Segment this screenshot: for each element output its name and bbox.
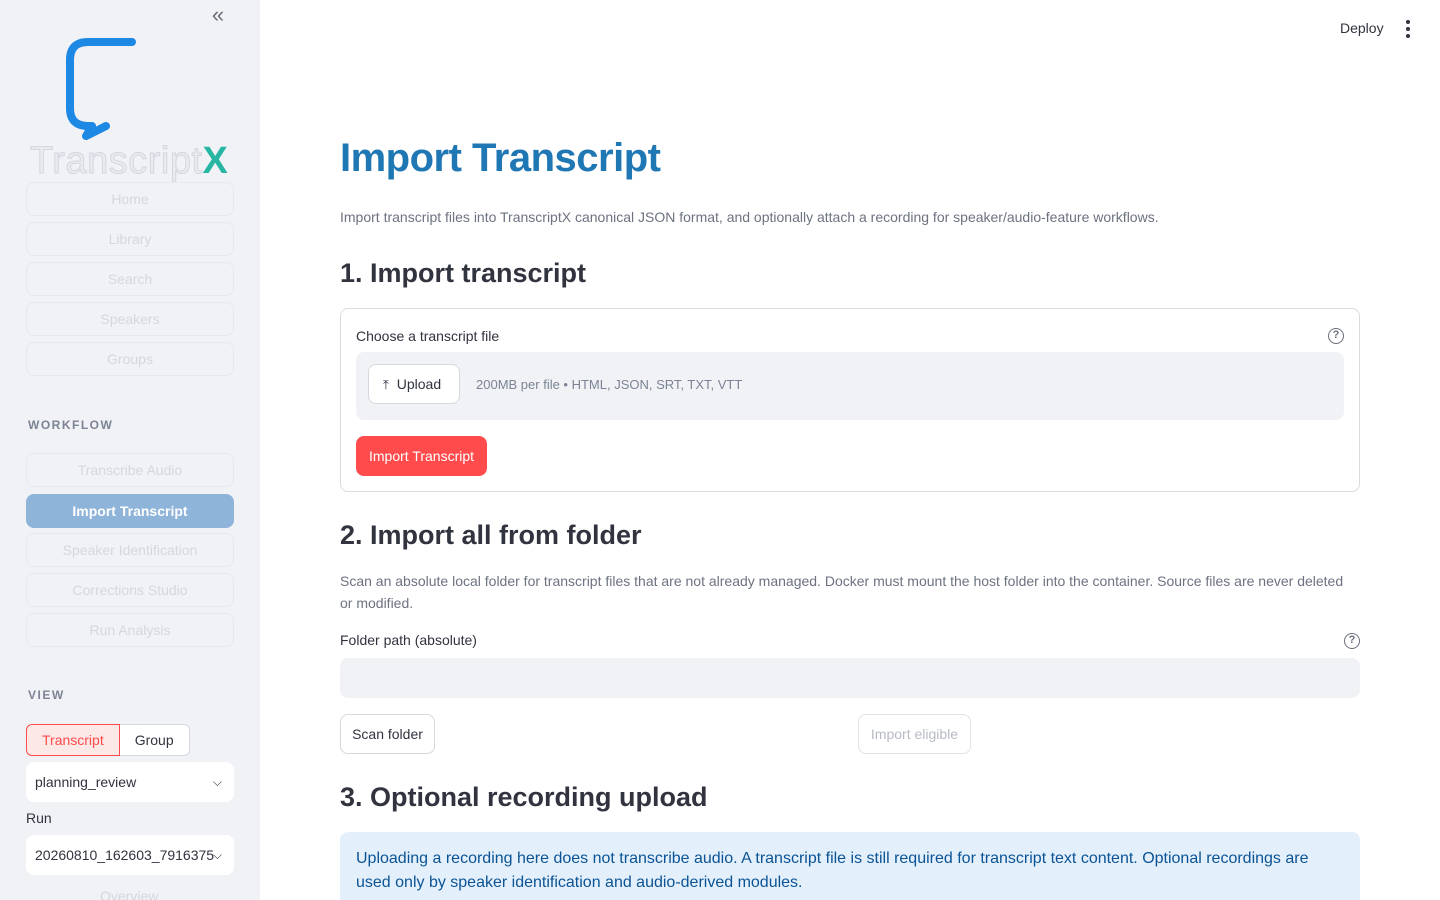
- import-transcript-button[interactable]: Import Transcript: [356, 436, 487, 476]
- folder-description: Scan an absolute local folder for transc…: [340, 573, 1344, 611]
- sidebar: « TranscriptX Home Library Search Speake…: [0, 0, 260, 900]
- file-uploader-label: Choose a transcript file: [356, 328, 500, 344]
- sidebar-item-library[interactable]: Library: [26, 222, 234, 256]
- brand-word: Transcript: [30, 140, 203, 183]
- import-transcript-card: Choose a transcript file ? ⤒ Upload 200MB…: [340, 308, 1360, 492]
- main-menu-icon[interactable]: [1398, 18, 1418, 42]
- upload-icon: ⤒: [383, 377, 389, 392]
- sidebar-item-transcribe-audio[interactable]: Transcribe Audio: [26, 453, 234, 487]
- sidebar-item-groups[interactable]: Groups: [26, 342, 234, 376]
- collapse-sidebar-icon[interactable]: «: [206, 4, 230, 28]
- section-heading-recording-upload: 3. Optional recording upload: [340, 782, 708, 812]
- view-toggle-group[interactable]: Group: [119, 724, 190, 756]
- import-eligible-button[interactable]: Import eligible: [858, 714, 971, 754]
- sidebar-item-home[interactable]: Home: [26, 182, 234, 216]
- main-content: Import Transcript Import transcript file…: [340, 0, 1360, 900]
- view-toggle-transcript[interactable]: Transcript: [26, 724, 120, 756]
- workflow-section-label: WORKFLOW: [28, 418, 114, 432]
- sidebar-item-speakers[interactable]: Speakers: [26, 302, 234, 336]
- upload-limits: 200MB per file • HTML, JSON, SRT, TXT, V…: [476, 377, 743, 392]
- upload-button-label: Upload: [396, 376, 442, 392]
- chevron-down-icon: ⌵: [212, 775, 222, 789]
- recording-info-alert: Uploading a recording here does not tran…: [340, 832, 1360, 900]
- sidebar-item-search[interactable]: Search: [26, 262, 234, 296]
- help-icon[interactable]: ?: [1344, 633, 1360, 649]
- chevron-down-icon: ⌵: [212, 848, 222, 862]
- section-heading-import-folder: 2. Import all from folder: [340, 520, 642, 550]
- run-select[interactable]: 20260810_162603_7916375 ⌵: [26, 835, 234, 875]
- folder-path-input[interactable]: [340, 658, 1360, 698]
- page-title: Import Transcript: [340, 136, 661, 180]
- transcript-select[interactable]: planning_review ⌵: [26, 762, 234, 802]
- brand-x: X: [202, 140, 229, 182]
- scan-folder-button[interactable]: Scan folder: [340, 714, 435, 754]
- run-select-value: 20260810_162603_7916375: [35, 847, 215, 863]
- transcript-select-value: planning_review: [35, 774, 137, 790]
- sidebar-item-import-transcript[interactable]: Import Transcript: [26, 494, 234, 528]
- brand-wordmark: TranscriptX: [30, 140, 228, 183]
- page-subtitle: Import transcript files into TranscriptX…: [340, 209, 1159, 225]
- file-dropzone[interactable]: ⤒ Upload 200MB per file • HTML, JSON, SRT…: [356, 352, 1344, 420]
- view-toggle: Transcript Group: [26, 724, 190, 756]
- upload-button[interactable]: ⤒ Upload: [368, 364, 460, 404]
- section-heading-import-transcript: 1. Import transcript: [340, 258, 587, 288]
- run-label: Run: [26, 810, 52, 826]
- folder-path-label: Folder path (absolute): [340, 632, 477, 648]
- view-section-label: VIEW: [28, 688, 65, 702]
- help-icon[interactable]: ?: [1328, 328, 1344, 344]
- sidebar-item-overview[interactable]: Overview: [100, 888, 158, 900]
- sidebar-item-corrections-studio[interactable]: Corrections Studio: [26, 573, 234, 607]
- sidebar-item-run-analysis[interactable]: Run Analysis: [26, 613, 234, 647]
- sidebar-item-speaker-identification[interactable]: Speaker Identification: [26, 533, 234, 567]
